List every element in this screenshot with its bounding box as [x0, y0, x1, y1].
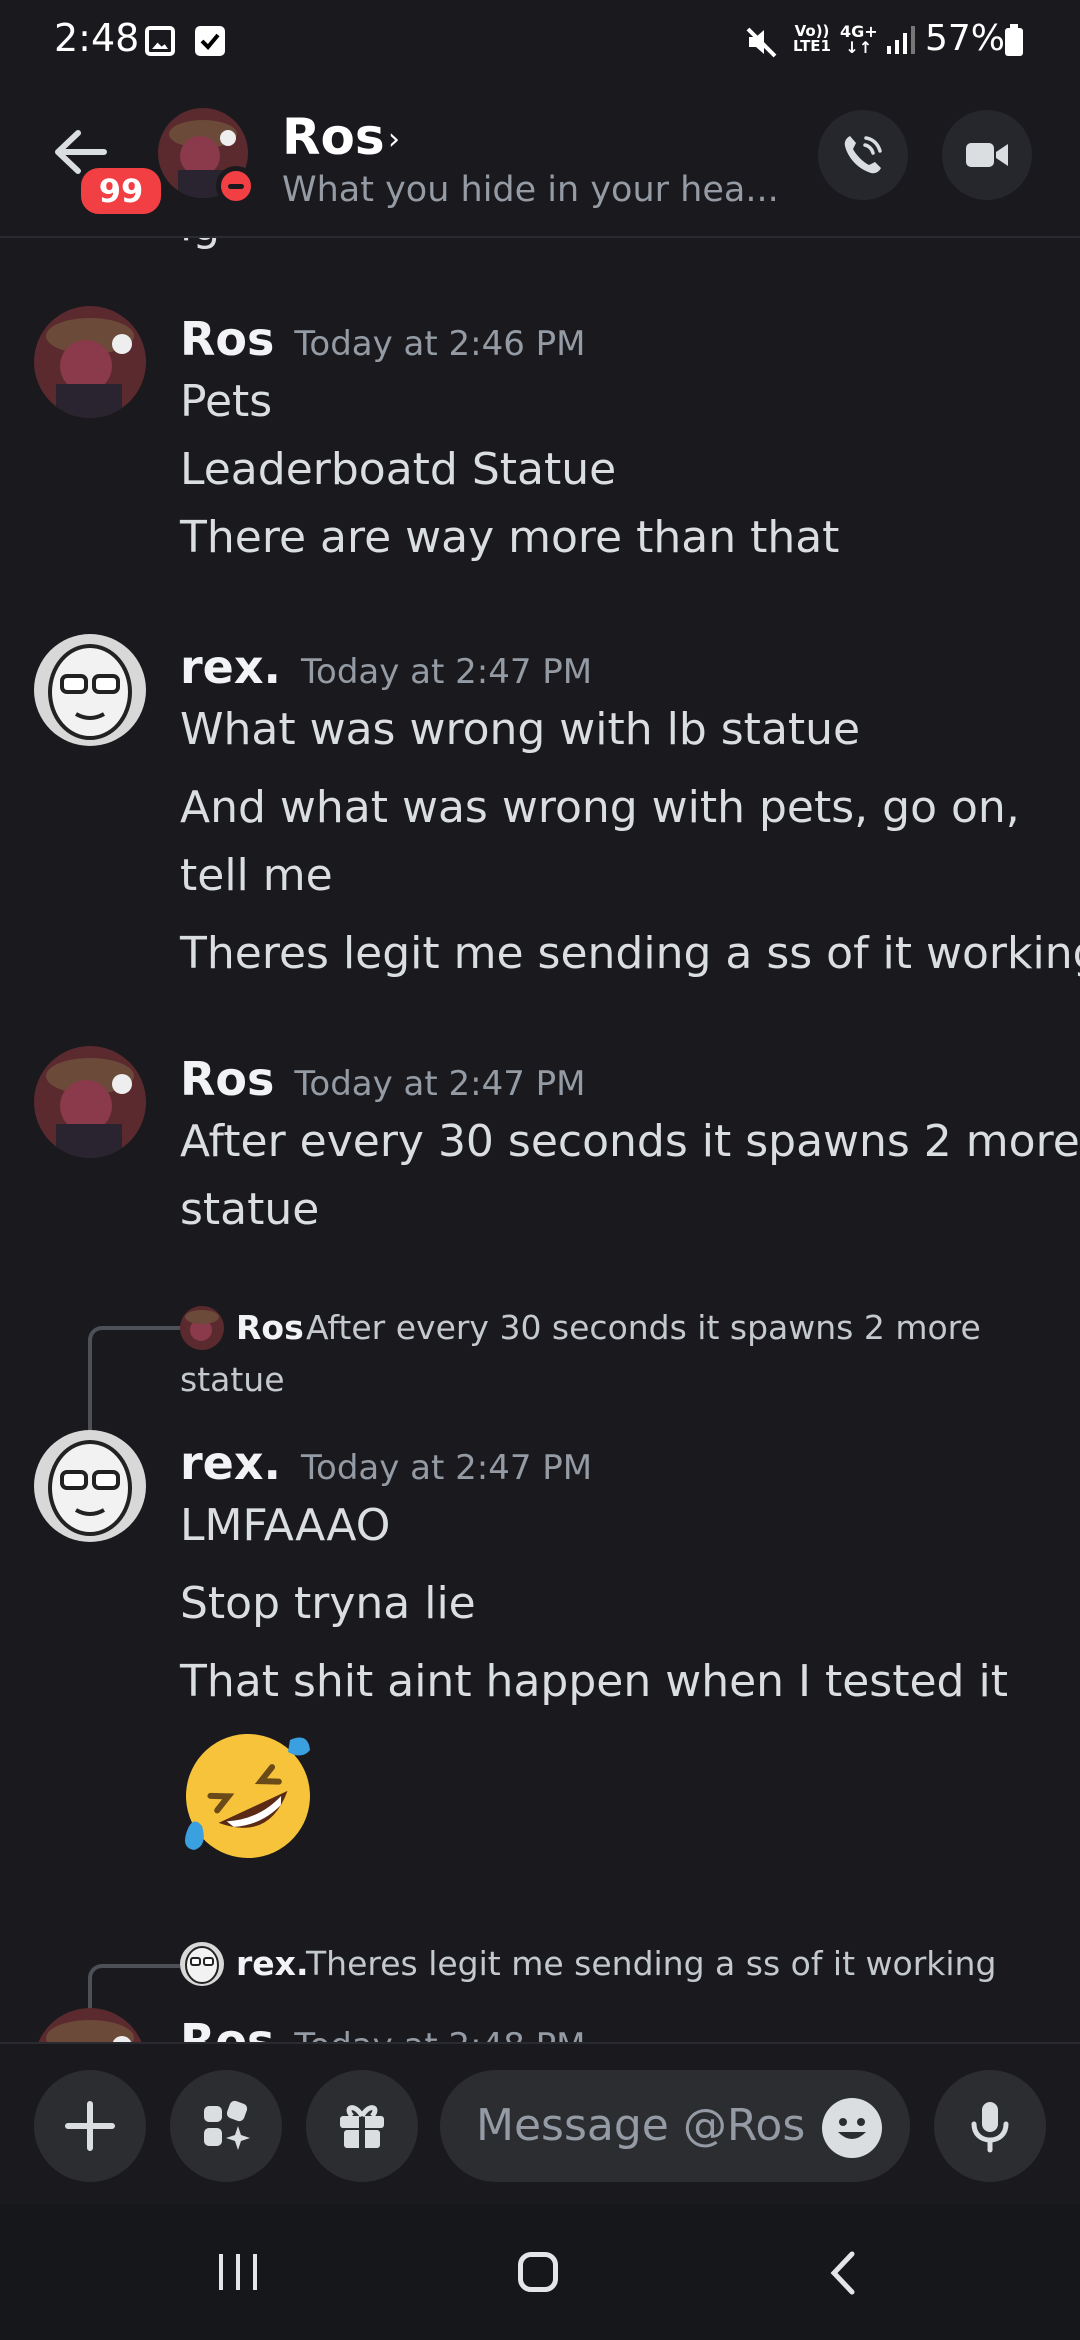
message-text: Stop tryna lie [180, 1578, 476, 1629]
message-text: LMFAAAO [180, 1500, 391, 1551]
message-input[interactable]: Message @Ros [440, 2070, 910, 2182]
message-author[interactable]: Ros Today at 2:47 PM [180, 1052, 586, 1106]
signal-icon [885, 24, 915, 60]
emoji-button[interactable] [822, 2098, 882, 2158]
home-icon[interactable] [518, 2252, 558, 2292]
system-nav-bar [0, 2204, 1080, 2340]
battery-percent: 57% [925, 18, 1006, 59]
message-text: statue [180, 1184, 320, 1235]
voice-call-button[interactable] [818, 110, 908, 200]
message-text: And what was wrong with pets, go on, [180, 782, 1020, 833]
avatar[interactable] [34, 1430, 146, 1542]
nav-back-icon[interactable] [828, 2250, 858, 2300]
rolling-on-floor-laughing-emoji [178, 1726, 318, 1870]
reply-text: Theres legit me sending a ss of it worki… [306, 1944, 997, 1983]
message-text: Pets [180, 376, 273, 427]
battery-icon [1005, 24, 1023, 56]
message-composer: Message @Ros [0, 2042, 1080, 2206]
volte-indicator: Vo)) LTE1 [793, 22, 831, 55]
message-text: After every 30 seconds it spawns 2 more [180, 1116, 1080, 1167]
recents-icon[interactable] [214, 2252, 264, 2296]
chevron-right-icon[interactable]: › [388, 122, 400, 157]
message-text: Leaderboatd Statue [180, 444, 617, 495]
reply-author: rex. [236, 1944, 309, 1983]
apps-button[interactable] [170, 2070, 282, 2182]
message-timestamp: Today at 2:47 PM [294, 1064, 586, 1104]
microphone-icon [971, 2102, 1009, 2153]
message-timestamp: Today at 2:47 PM [301, 1448, 593, 1488]
network-type-indicator: 4G+ ↓↑ [840, 22, 878, 57]
gallery-notification-icon [145, 26, 175, 56]
gift-icon [340, 2105, 384, 2148]
smiley-icon [838, 2118, 866, 2139]
reply-author: Ros [236, 1308, 304, 1347]
avatar [180, 1306, 224, 1350]
message-timestamp: Today at 2:46 PM [294, 324, 586, 364]
message-text: That shit aint happen when I tested it [180, 1656, 1008, 1707]
unread-count-badge: 99 [76, 163, 166, 219]
message-text: Theres legit me sending a ss of it worki… [180, 928, 1080, 979]
partial-message-text: ig [180, 236, 220, 251]
message-author[interactable]: rex. Today at 2:47 PM [180, 1436, 592, 1490]
video-call-button[interactable] [942, 110, 1032, 200]
message-input-placeholder: Message @Ros [476, 2100, 806, 2151]
message-text: What was wrong with lb statue [180, 704, 861, 755]
avatar[interactable] [34, 634, 146, 746]
voice-message-button[interactable] [934, 2070, 1046, 2182]
message-text: There are way more than that [180, 512, 840, 563]
checkbox-notification-icon [195, 26, 225, 56]
avatar[interactable] [34, 1046, 146, 1158]
apps-icon [204, 2100, 250, 2150]
dnd-status-icon [216, 166, 256, 206]
status-time: 2:48 [54, 16, 140, 60]
message-author[interactable]: rex. Today at 2:47 PM [180, 640, 592, 694]
message-author[interactable]: Ros Today at 2:46 PM [180, 312, 586, 366]
avatar [180, 1942, 224, 1986]
mute-icon [745, 26, 781, 62]
attach-button[interactable] [34, 2070, 146, 2182]
plus-icon [65, 2101, 115, 2151]
reply-text: After every 30 seconds it spawns 2 more [306, 1308, 981, 1347]
reply-text: statue [180, 1360, 285, 1399]
video-call-icon [966, 143, 1008, 167]
message-text: tell me [180, 850, 333, 901]
message-timestamp: Today at 2:47 PM [301, 652, 593, 692]
message-timestamp: Today at 2:48 PM [294, 2026, 585, 2042]
chat-header: 99 Ros › What you hide in your hea... [0, 84, 1080, 238]
custom-status: What you hide in your hea... [282, 170, 779, 210]
avatar[interactable] [34, 306, 146, 418]
contact-name[interactable]: Ros [282, 108, 385, 166]
voice-call-icon [844, 136, 882, 174]
message-author[interactable]: RosToday at 2:48 PM [180, 2014, 586, 2042]
reply-connector [88, 1326, 180, 1440]
status-bar: 2:48 Vo)) LTE1 4G+ ↓↑ 57% [0, 0, 1080, 84]
gift-button[interactable] [306, 2070, 418, 2182]
message-list[interactable]: ig RosToday at 2:46 PM Pets Leaderboatd … [0, 236, 1080, 2042]
